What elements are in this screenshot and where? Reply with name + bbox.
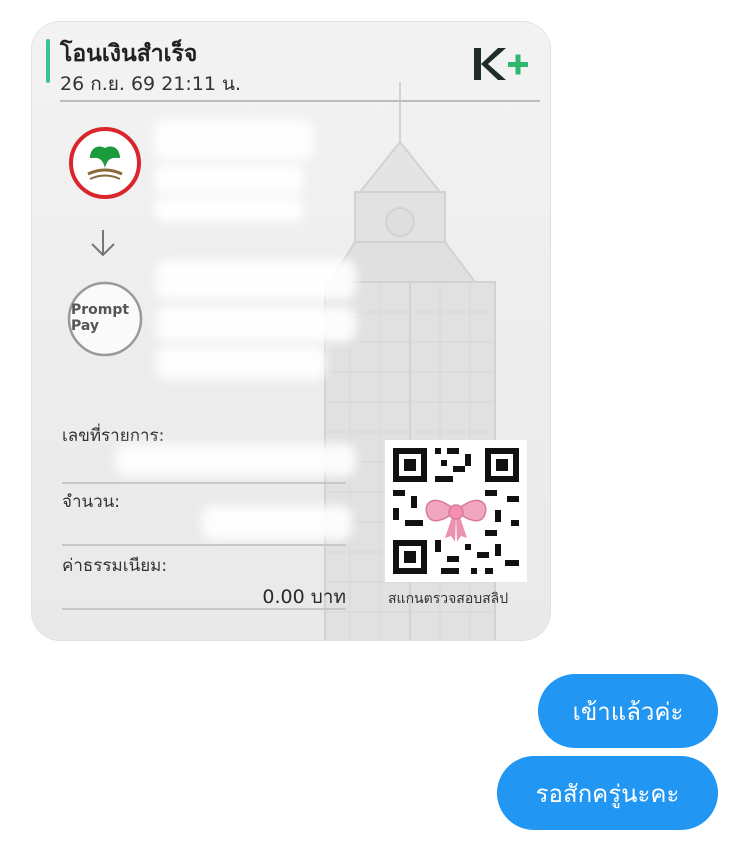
transfer-slip-image[interactable]: โอนเงินสำเร็จ 26 ก.ย. 69 21:11 น. Prompt… — [32, 22, 550, 640]
field-divider — [62, 544, 346, 546]
qr-code — [385, 440, 527, 582]
field-divider — [62, 608, 346, 610]
amount-redacted — [202, 506, 352, 540]
slip-title: โอนเงินสำเร็จ — [60, 41, 198, 67]
fee-label: ค่าธรรมเนียม: — [62, 556, 168, 576]
qr-caption: สแกนตรวจสอบสลิป — [388, 591, 509, 607]
kbank-logo-icon — [69, 127, 141, 199]
sender-bank-redacted — [154, 164, 304, 194]
chat-bubble-outgoing[interactable]: รอสักครู่นะคะ — [497, 756, 718, 830]
header-divider — [60, 100, 540, 102]
amount-label: จำนวน: — [62, 492, 121, 512]
recipient-bank-redacted — [156, 306, 356, 342]
recipient-name-redacted — [156, 260, 356, 300]
accent-bar — [46, 39, 50, 83]
field-divider — [62, 482, 346, 484]
chat-bubble-outgoing[interactable]: เข้าแล้วค่ะ — [538, 674, 718, 748]
recipient-account-redacted — [156, 346, 326, 380]
promptpay-label-2: Pay — [71, 318, 100, 334]
promptpay-label-1: Prompt — [71, 302, 130, 318]
transaction-number-redacted — [116, 444, 356, 476]
slip-datetime: 26 ก.ย. 69 21:11 น. — [60, 73, 242, 95]
sender-account-redacted — [154, 196, 304, 222]
kplus-logo-icon — [474, 48, 528, 80]
arrow-down-icon — [91, 230, 115, 257]
sender-name-redacted — [154, 120, 314, 160]
